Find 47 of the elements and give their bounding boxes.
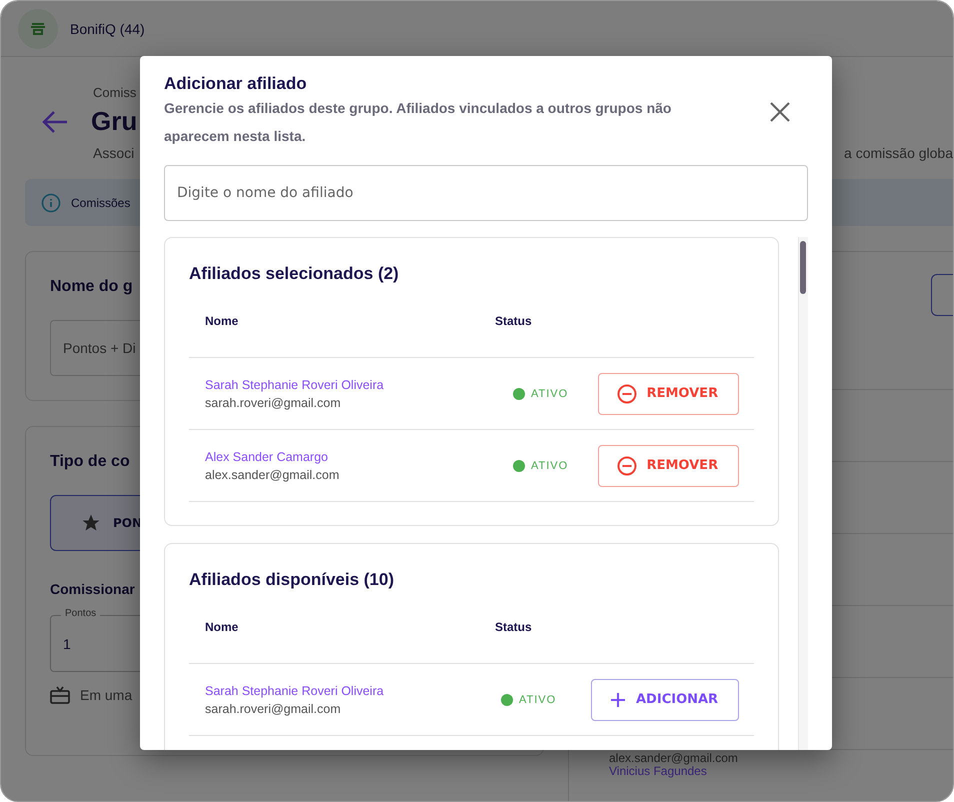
affiliate-email: sarah.roveri@gmail.com bbox=[205, 702, 342, 716]
status-dot bbox=[513, 460, 525, 472]
column-header: Nome bbox=[205, 620, 240, 634]
store-name: BonifiQ (44) bbox=[70, 20, 145, 36]
status-text: ATIVO bbox=[531, 460, 568, 472]
page-description: a comissão globa bbox=[844, 145, 953, 161]
section-title: Afiliados selecionados (2) bbox=[189, 264, 400, 284]
card-title: Tipo de co bbox=[50, 453, 130, 471]
page-description: Associ bbox=[93, 145, 134, 161]
outline-button[interactable] bbox=[931, 274, 953, 316]
remove-button[interactable]: REMOVER bbox=[598, 444, 740, 486]
affiliate-name[interactable]: Sarah Stephanie Roveri Oliveira bbox=[205, 378, 495, 392]
affiliate-name[interactable]: Alex Sander Camargo bbox=[205, 450, 495, 464]
scrollbar-thumb[interactable] bbox=[800, 241, 806, 294]
affiliate-email: sarah.roveri@gmail.com bbox=[205, 396, 342, 410]
star-icon bbox=[81, 513, 101, 533]
scrollbar[interactable] bbox=[798, 237, 808, 750]
store-icon bbox=[18, 8, 58, 48]
note-text: Em uma bbox=[80, 687, 132, 703]
remove-button[interactable]: REMOVER bbox=[598, 372, 740, 414]
info-text: Comissões bbox=[71, 196, 130, 210]
section-title: Comissionar bbox=[50, 581, 135, 597]
back-arrow-icon[interactable] bbox=[41, 110, 69, 134]
column-header: Status bbox=[495, 314, 533, 328]
info-icon bbox=[41, 192, 61, 212]
minus-circle-icon bbox=[616, 456, 637, 476]
member-name[interactable]: Vinicius Fagundes bbox=[609, 764, 953, 778]
page-title: Gru bbox=[91, 106, 138, 137]
affiliate-email: alex.sander@gmail.com bbox=[205, 468, 340, 482]
dialog-title: Adicionar afiliado bbox=[164, 74, 308, 94]
search-field[interactable]: Digite o nome do afiliado bbox=[164, 165, 808, 221]
dialog-description: Gerencie os afiliados deste grupo. Afiliados vinculados a outros grupos não aparecem nesta lista. bbox=[164, 99, 672, 146]
close-icon bbox=[770, 102, 790, 122]
affiliate-name[interactable]: Sarah Stephanie Roveri Oliveira bbox=[205, 684, 495, 698]
add-button[interactable]: ADICIONAR bbox=[591, 678, 740, 720]
status-text: ATIVO bbox=[531, 388, 568, 400]
section-title: Afiliados disponíveis (10) bbox=[189, 570, 395, 590]
column-header: Nome bbox=[205, 314, 240, 328]
status-dot bbox=[501, 694, 513, 706]
card-title: Nome do g bbox=[50, 278, 133, 296]
plus-icon bbox=[610, 692, 626, 708]
column-header: Status bbox=[495, 620, 533, 634]
status-text: ATIVO bbox=[519, 694, 556, 706]
gift-card-icon bbox=[50, 686, 70, 704]
status-dot bbox=[513, 388, 525, 400]
minus-circle-icon bbox=[616, 384, 637, 404]
member-email: alex.sander@gmail.com bbox=[609, 751, 739, 765]
